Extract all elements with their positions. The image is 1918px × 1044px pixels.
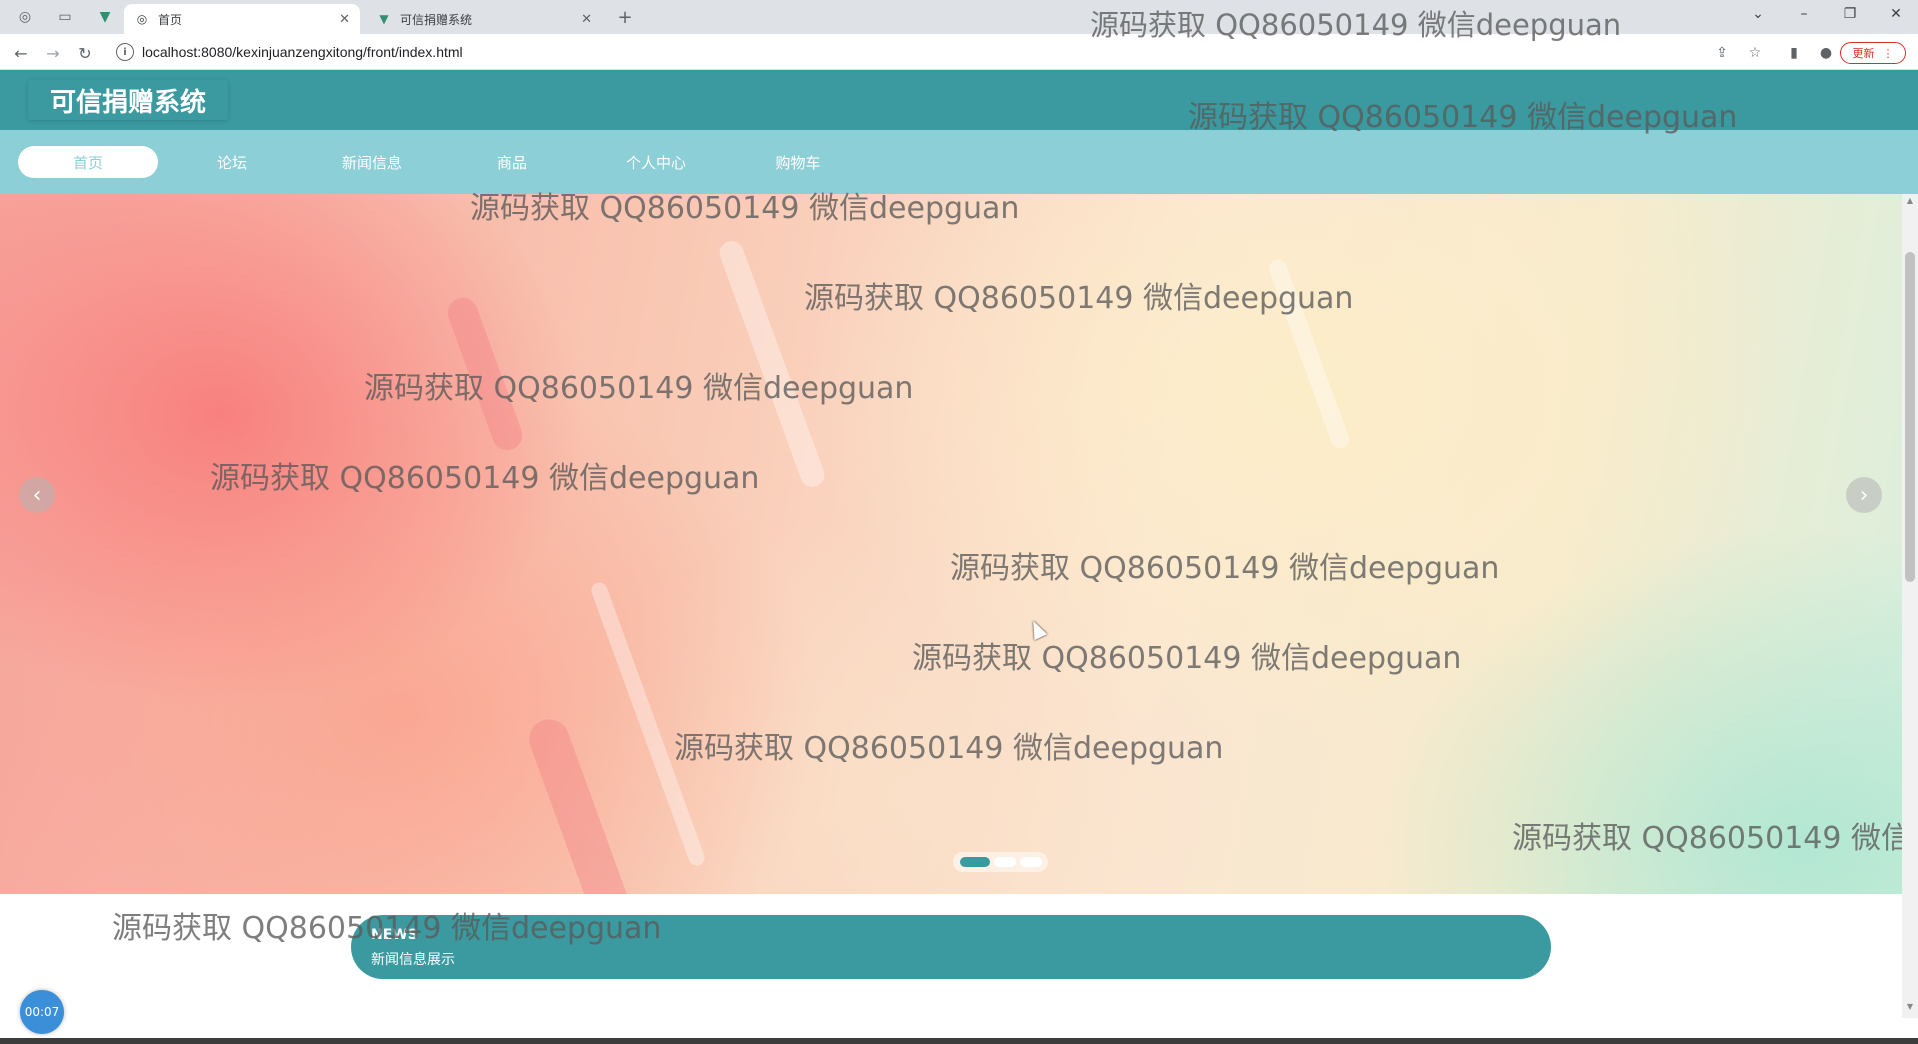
banner-decoration xyxy=(1266,256,1352,452)
update-label: 更新 xyxy=(1852,47,1875,60)
nav-item-products[interactable]: 商品 xyxy=(442,146,582,178)
side-panel-icon[interactable]: ▮ xyxy=(1784,43,1804,63)
taskbar-strip xyxy=(0,1038,1918,1044)
carousel-indicators xyxy=(953,852,1048,872)
vue-icon: ▼ xyxy=(379,12,389,26)
close-icon[interactable]: ✕ xyxy=(339,12,350,27)
carousel-dot[interactable] xyxy=(959,857,990,867)
tab-home[interactable]: ◎ 首页 ✕ xyxy=(124,4,360,34)
carousel-dot[interactable] xyxy=(1019,857,1042,867)
banner-decoration xyxy=(716,237,828,491)
globe-icon[interactable]: ◎ xyxy=(14,6,36,28)
tab-donation-system[interactable]: ▼ 可信捐赠系统 ✕ xyxy=(366,4,602,34)
recording-timer: 00:07 xyxy=(20,990,64,1034)
close-icon[interactable]: ✕ xyxy=(581,12,592,27)
tab-title: 可信捐赠系统 xyxy=(400,12,473,27)
back-icon[interactable]: ← xyxy=(10,42,32,64)
scroll-thumb[interactable] xyxy=(1905,252,1915,582)
news-title-cn: 新闻信息展示 xyxy=(371,952,455,968)
share-icon[interactable]: ⇪ xyxy=(1712,43,1732,63)
close-window-icon[interactable]: ✕ xyxy=(1884,6,1908,22)
globe-icon: ◎ xyxy=(136,12,148,26)
carousel-next-button[interactable]: › xyxy=(1846,477,1882,513)
minimize-icon[interactable]: – xyxy=(1792,6,1816,22)
forward-icon[interactable]: → xyxy=(42,42,64,64)
news-title-en: NEWS xyxy=(371,927,418,943)
site-header: 可信捐赠系统 xyxy=(0,70,1918,130)
carousel-dot[interactable] xyxy=(993,857,1016,867)
address-bar[interactable]: i localhost:8080/kexinjuanzengxitong/fro… xyxy=(108,39,1728,65)
nav-item-cart[interactable]: 购物车 xyxy=(728,146,868,178)
browser-tabstrip: ◎ ▭ ▼ ◎ 首页 ✕ ▼ 可信捐赠系统 ✕ + ⌄ – ❐ ✕ xyxy=(0,0,1918,34)
scroll-down-icon[interactable]: ▼ xyxy=(1902,1002,1918,1016)
banner-decoration xyxy=(589,580,707,868)
url-text: localhost:8080/kexinjuanzengxitong/front… xyxy=(142,44,463,60)
reload-icon[interactable]: ↻ xyxy=(74,42,96,64)
tab-search-icon[interactable]: ⌄ xyxy=(1746,6,1770,22)
bookmark-star-icon[interactable]: ☆ xyxy=(1745,43,1765,63)
nav-item-news[interactable]: 新闻信息 xyxy=(302,146,442,178)
page-scrollbar[interactable]: ▲ ▼ xyxy=(1902,194,1918,1018)
site-title[interactable]: 可信捐赠系统 xyxy=(28,80,229,120)
tab-title: 首页 xyxy=(158,12,183,27)
nav-item-profile[interactable]: 个人中心 xyxy=(586,146,726,178)
vue-icon[interactable]: ▼ xyxy=(94,6,116,28)
scroll-up-icon[interactable]: ▲ xyxy=(1902,196,1918,210)
banner-decoration xyxy=(523,713,637,894)
blank-tab-icon[interactable]: ▭ xyxy=(54,6,76,28)
nav-item-home[interactable]: 首页 xyxy=(18,146,158,178)
nav-item-forum[interactable]: 论坛 xyxy=(162,146,302,178)
more-menu-icon: ⋮ xyxy=(1882,46,1894,60)
restore-icon[interactable]: ❐ xyxy=(1838,6,1862,22)
site-info-icon[interactable]: i xyxy=(116,43,134,61)
site-nav: 首页 论坛 新闻信息 商品 个人中心 购物车 xyxy=(0,130,1918,194)
news-section-header: NEWS 新闻信息展示 xyxy=(351,915,1551,979)
carousel-prev-button[interactable]: ‹ xyxy=(19,477,55,513)
banner-decoration xyxy=(443,293,527,455)
new-tab-button[interactable]: + xyxy=(614,6,636,28)
profile-icon[interactable]: ● xyxy=(1816,43,1836,63)
update-button[interactable]: 更新 ⋮ xyxy=(1840,42,1906,64)
banner-carousel[interactable]: ‹ › xyxy=(0,194,1902,894)
browser-toolbar: ← → ↻ i localhost:8080/kexinjuanzengxito… xyxy=(0,34,1918,70)
